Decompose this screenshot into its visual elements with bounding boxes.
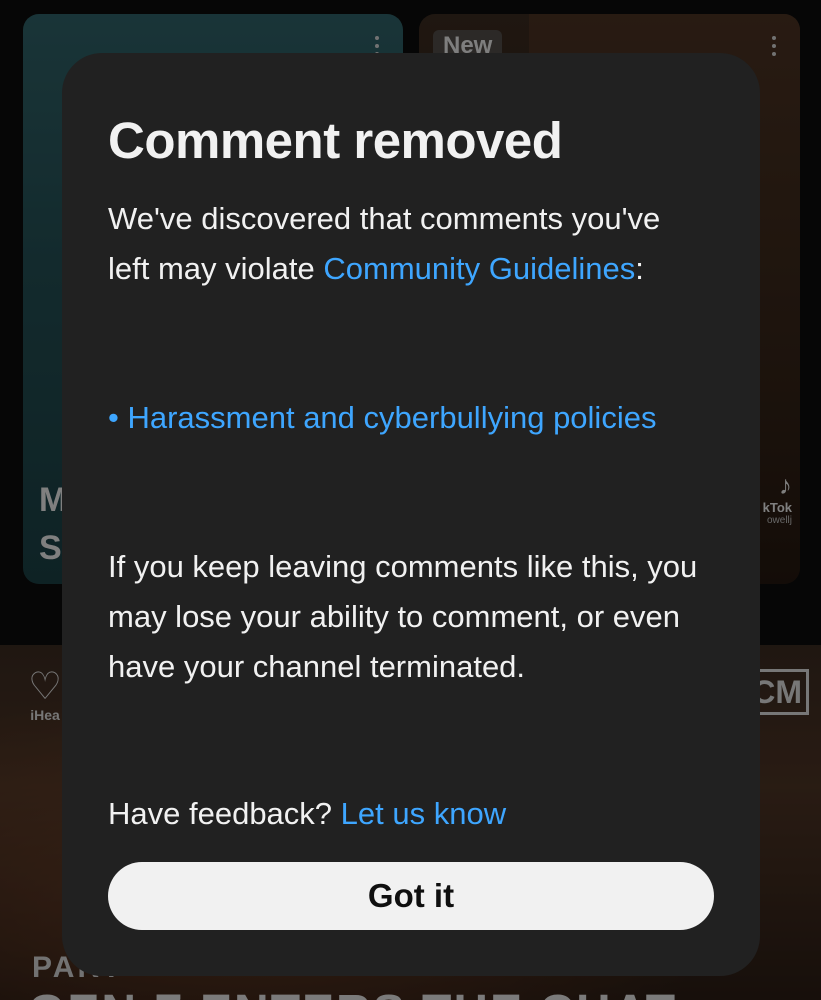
community-guidelines-link[interactable]: Community Guidelines bbox=[323, 251, 635, 286]
let-us-know-link[interactable]: Let us know bbox=[341, 796, 506, 831]
feedback-text: Have feedback? bbox=[108, 796, 341, 831]
intro-colon: : bbox=[635, 251, 644, 286]
warning-text: If you keep leaving comments like this, … bbox=[108, 549, 698, 684]
dialog-intro: We've discovered that comments you've le… bbox=[108, 194, 708, 294]
screen: M S New ♪ kTok owellj ♡ iHea CM PART GEN… bbox=[0, 0, 821, 1000]
comment-removed-dialog: Comment removed We've discovered that co… bbox=[62, 53, 760, 976]
harassment-policy-link[interactable]: • Harassment and cyberbullying policies bbox=[108, 400, 656, 435]
feedback-row: Have feedback? Let us know bbox=[108, 789, 708, 839]
dialog-title: Comment removed bbox=[108, 112, 563, 169]
policy-list-item: • Harassment and cyberbullying policies bbox=[108, 393, 708, 443]
got-it-button[interactable]: Got it bbox=[108, 862, 714, 930]
